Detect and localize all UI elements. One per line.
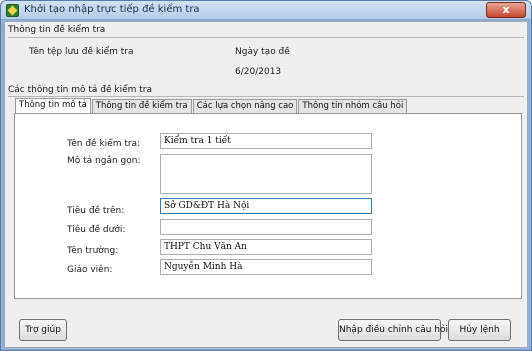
- info-section-divider: [8, 37, 524, 38]
- exam-name-field[interactable]: Kiểm tra 1 tiết: [160, 133, 372, 149]
- tab-description-info[interactable]: Thông tin mô tả: [15, 98, 91, 113]
- school-name-field[interactable]: THPT Chu Văn An: [160, 239, 372, 255]
- tab-question-group-info[interactable]: Thông tin nhóm câu hỏi: [298, 99, 408, 113]
- dialog-window: Khởi tạo nhập trực tiếp đề kiểm tra x Th…: [0, 0, 532, 351]
- created-date-label: Ngày tạo đề: [235, 47, 290, 57]
- bottom-heading-label: Tiêu đề dưới:: [67, 225, 126, 235]
- school-name-label: Tên trường:: [67, 246, 119, 256]
- created-date-value: 6/20/2013: [235, 67, 282, 77]
- desc-section-divider: [8, 96, 524, 97]
- tab-exam-info[interactable]: Thông tin đề kiểm tra: [91, 99, 192, 113]
- desc-section-title: Các thông tin mô tả đề kiểm tra: [8, 85, 152, 95]
- short-desc-label: Mô tả ngắn gọn:: [67, 156, 141, 166]
- app-icon: [6, 4, 19, 17]
- window-title: Khởi tạo nhập trực tiếp đề kiểm tra: [24, 4, 200, 15]
- title-bar[interactable]: Khởi tạo nhập trực tiếp đề kiểm tra x: [1, 1, 531, 20]
- top-heading-label: Tiêu đề trên:: [67, 206, 125, 216]
- top-heading-field[interactable]: Sở GD&ĐT Hà Nội: [160, 198, 372, 214]
- short-desc-field[interactable]: [160, 154, 372, 194]
- close-button[interactable]: x: [486, 2, 526, 18]
- info-section-title: Thông tin đề kiểm tra: [8, 25, 106, 35]
- bottom-heading-field[interactable]: [160, 219, 372, 235]
- tab-strip: Thông tin mô tả Thông tin đề kiểm tra Cá…: [15, 98, 408, 113]
- teacher-field[interactable]: Nguyễn Minh Hà: [160, 259, 372, 275]
- tab-advanced-options[interactable]: Các lựa chọn nâng cao: [192, 99, 298, 113]
- cancel-button[interactable]: Hủy lệnh: [448, 319, 511, 341]
- dialog-client-area: Thông tin đề kiểm tra Tên tệp lưu đề kiể…: [4, 21, 528, 348]
- help-button[interactable]: Trợ giúp: [19, 319, 67, 341]
- exam-name-label: Tên đề kiểm tra:: [67, 139, 141, 149]
- import-adjust-questions-button[interactable]: Nhập điều chỉnh câu hỏi: [338, 319, 448, 341]
- teacher-label: Giáo viên:: [67, 265, 113, 275]
- storage-name-label: Tên tệp lưu đề kiểm tra: [29, 47, 134, 57]
- tab-panel-description: Tên đề kiểm tra: Kiểm tra 1 tiết Mô tả n…: [14, 113, 522, 299]
